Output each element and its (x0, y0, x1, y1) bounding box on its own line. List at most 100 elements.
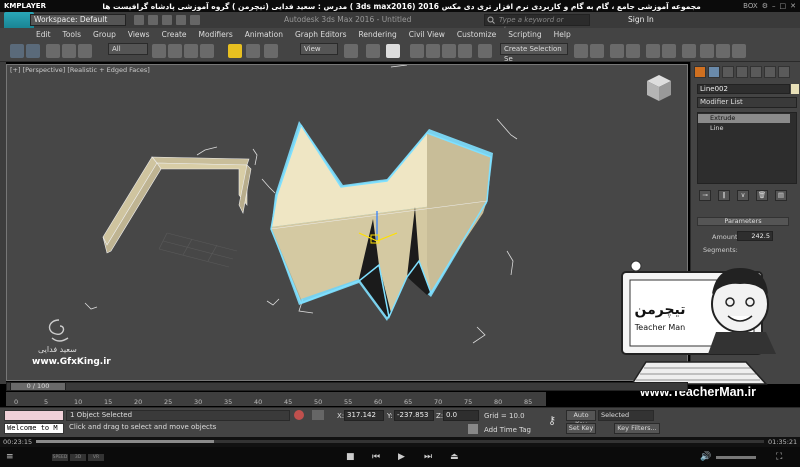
settings-icon[interactable]: ⚙ (762, 2, 768, 10)
chip-3d[interactable]: 3D (70, 454, 86, 461)
edit-named-selection-icon[interactable] (478, 44, 492, 58)
remove-modifier-icon[interactable]: 🗑 (756, 190, 768, 201)
new-file-icon[interactable] (134, 15, 144, 25)
x-coord-field[interactable]: 317.142 (344, 410, 384, 421)
next-icon[interactable]: ⏭ (424, 452, 432, 462)
amount-spinner[interactable]: 242.5 (737, 231, 773, 241)
time-slider-thumb[interactable]: 0 / 100 (10, 382, 66, 391)
undo-tool-icon[interactable] (10, 44, 24, 58)
modifier-list-dropdown[interactable]: Modifier List (697, 97, 797, 108)
schematic-view-icon[interactable] (662, 44, 676, 58)
curve-editor-icon[interactable] (646, 44, 660, 58)
redo-icon[interactable] (190, 15, 200, 25)
time-slider-track[interactable] (6, 382, 688, 391)
menu-animation[interactable]: Animation (239, 30, 289, 39)
maxscript-welcome[interactable]: Welcome to M (4, 423, 64, 434)
menu-modifiers[interactable]: Modifiers (193, 30, 239, 39)
volume-slider[interactable] (716, 456, 756, 459)
menu-graph-editors[interactable]: Graph Editors (289, 30, 353, 39)
make-unique-icon[interactable]: ∨ (737, 190, 749, 201)
select-object-icon[interactable] (152, 44, 166, 58)
save-file-icon[interactable] (162, 15, 172, 25)
move-tool-icon[interactable] (228, 44, 242, 58)
rectangle-selection-icon[interactable] (184, 44, 198, 58)
y-coord-field[interactable]: -237.853 (394, 410, 434, 421)
undo-icon[interactable] (176, 15, 186, 25)
chip-vr[interactable]: VR (88, 454, 104, 461)
display-tab-icon[interactable] (750, 66, 762, 78)
menu-civil-view[interactable]: Civil View (403, 30, 451, 39)
viewport-label[interactable]: [+] [Perspective] [Realistic + Edged Fac… (10, 66, 150, 74)
menu-help[interactable]: Help (548, 30, 577, 39)
unlink-icon[interactable] (62, 44, 76, 58)
select-manipulate-icon[interactable] (366, 44, 380, 58)
select-by-name-icon[interactable] (168, 44, 182, 58)
eject-icon[interactable]: ⏏ (450, 452, 459, 462)
kmplayer-logo[interactable]: KMPLAYER (0, 2, 60, 10)
add-time-tag[interactable]: Add Time Tag (484, 426, 531, 434)
menu-create[interactable]: Create (156, 30, 193, 39)
bind-space-warp-icon[interactable] (78, 44, 92, 58)
stack-item-line[interactable]: Line (698, 124, 790, 133)
stack-item-extrude[interactable]: Extrude (698, 114, 790, 123)
menu-group[interactable]: Group (87, 30, 122, 39)
workspace-dropdown[interactable]: Workspace: Default (30, 14, 126, 26)
object-color-swatch[interactable] (791, 84, 799, 94)
menu-customize[interactable]: Customize (451, 30, 502, 39)
maxscript-listener-mini[interactable] (4, 410, 64, 421)
sign-in-button[interactable]: Sign In (628, 15, 654, 24)
set-key-button[interactable]: Set Key (566, 423, 596, 434)
stop-icon[interactable]: ■ (346, 452, 355, 462)
graphite-ribbon-icon[interactable] (626, 44, 640, 58)
key-icon[interactable]: ⚷ (548, 414, 556, 427)
time-tag-icon[interactable] (468, 424, 478, 434)
chip-speed[interactable]: SPEED (52, 454, 68, 461)
key-filters-button[interactable]: Key Filters... (614, 423, 660, 434)
hierarchy-tab-icon[interactable] (722, 66, 734, 78)
viewport-scene[interactable] (7, 65, 688, 381)
z-coord-field[interactable]: 0.0 (443, 410, 479, 421)
extruded-m-object[interactable] (270, 121, 493, 321)
pin-stack-icon[interactable]: ⊸ (699, 190, 711, 201)
layer-manager-icon[interactable] (610, 44, 624, 58)
motion-tab-icon[interactable] (736, 66, 748, 78)
minimize-icon[interactable]: – (772, 2, 776, 10)
close-icon[interactable]: ✕ (790, 2, 796, 10)
create-tab-icon[interactable] (694, 66, 706, 78)
open-file-icon[interactable] (148, 15, 158, 25)
menu-views[interactable]: Views (122, 30, 156, 39)
perspective-viewport[interactable] (6, 64, 688, 381)
utilities-tab-icon[interactable] (764, 66, 776, 78)
material-editor-icon[interactable] (682, 44, 696, 58)
object-name-field[interactable]: Line002 (697, 84, 790, 94)
extra-tab-icon[interactable] (778, 66, 790, 78)
parameters-rollout-header[interactable]: Parameters (697, 217, 789, 226)
bracket-object[interactable] (102, 156, 252, 254)
reference-coord-dropdown[interactable]: View (300, 43, 338, 55)
menu-rendering[interactable]: Rendering (352, 30, 402, 39)
angle-snap-icon[interactable] (426, 44, 440, 58)
maximize-icon[interactable]: □ (780, 2, 787, 10)
keyboard-shortcut-toggle-icon[interactable] (386, 44, 400, 58)
snaps-toggle-icon[interactable] (410, 44, 424, 58)
window-crossing-icon[interactable] (200, 44, 214, 58)
volume-icon[interactable]: 🔊 (700, 452, 711, 462)
absolute-mode-icon[interactable] (312, 410, 324, 420)
configure-modifier-sets-icon[interactable]: ▤ (775, 190, 787, 201)
percent-snap-icon[interactable] (442, 44, 456, 58)
menu-scripting[interactable]: Scripting (502, 30, 547, 39)
fullscreen-icon[interactable]: ⛶ (776, 452, 782, 462)
mirror-icon[interactable] (574, 44, 588, 58)
lock-selection-icon[interactable] (294, 410, 304, 420)
redo-tool-icon[interactable] (26, 44, 40, 58)
key-mode-dropdown[interactable]: Selected (598, 410, 654, 421)
render-setup-icon[interactable] (700, 44, 714, 58)
search-input[interactable]: Type a keyword or phrase (484, 14, 590, 34)
viewcube[interactable] (647, 75, 671, 101)
kmplayer-menu-icon[interactable]: ≡ (6, 452, 14, 462)
play-icon[interactable]: ▶ (398, 452, 405, 462)
auto-key-button[interactable]: Auto Key (566, 410, 596, 428)
menu-tools[interactable]: Tools (57, 30, 87, 39)
pivot-center-icon[interactable] (344, 44, 358, 58)
modify-tab-icon[interactable] (708, 66, 720, 78)
